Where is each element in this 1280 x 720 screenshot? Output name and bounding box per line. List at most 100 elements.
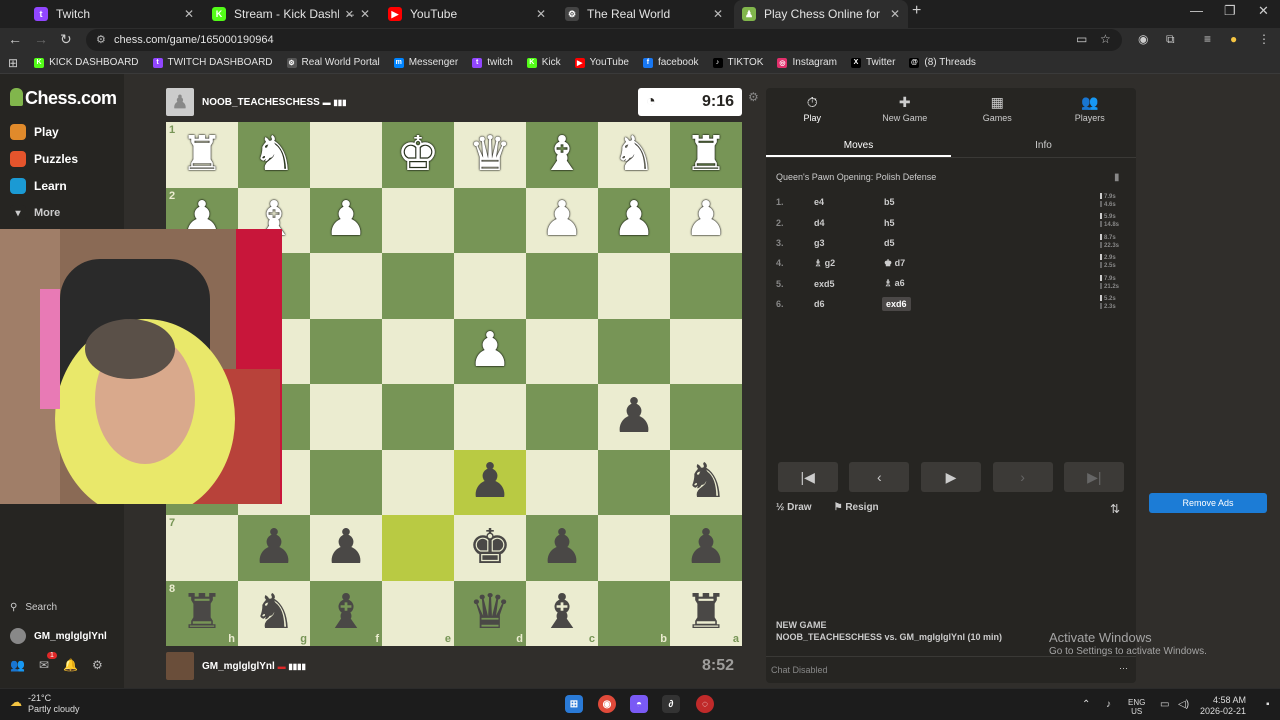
reload-icon[interactable]: ↻ xyxy=(60,31,72,48)
black-king-icon[interactable]: ♚ xyxy=(468,523,511,572)
board-square[interactable] xyxy=(598,253,670,319)
white-move[interactable]: e4 xyxy=(814,197,824,207)
black-pawn-icon[interactable]: ♟ xyxy=(684,523,727,572)
board-square[interactable]: ♛ xyxy=(454,122,526,188)
bottom-player[interactable]: GM_mglglglYnl ▬ ▮▮▮▮ xyxy=(166,652,306,680)
black-pawn-icon[interactable]: ♟ xyxy=(540,523,583,572)
board-square[interactable]: ♟ xyxy=(454,449,526,515)
close-tab-icon[interactable]: ✕ xyxy=(713,7,723,21)
notification-center-icon[interactable]: ▪ xyxy=(1266,699,1270,710)
white-knight-icon[interactable]: ♞ xyxy=(612,130,655,179)
minimize-icon[interactable]: — xyxy=(1190,3,1203,18)
board-square[interactable]: g ♞ xyxy=(238,580,310,646)
board-square[interactable]: ♟ xyxy=(526,515,598,581)
board-square[interactable]: ♟ xyxy=(310,515,382,581)
browser-tab[interactable]: t Twitch ✕ xyxy=(26,0,202,28)
board-square[interactable]: a ♜ xyxy=(670,580,742,646)
board-square[interactable]: ♟ xyxy=(526,187,598,253)
cast-icon[interactable]: ▭ xyxy=(1076,32,1087,46)
black-pawn-icon[interactable]: ♟ xyxy=(468,458,511,506)
sidebar-user[interactable]: GM_mglglglYnl xyxy=(10,628,107,644)
chess-logo[interactable]: Chess.com xyxy=(10,88,117,109)
black-queen-icon[interactable]: ♛ xyxy=(468,589,511,637)
messages-icon[interactable]: ✉ 1 xyxy=(39,652,57,672)
bookmark-item[interactable]: K Kick xyxy=(526,57,561,68)
board-square[interactable] xyxy=(598,318,670,384)
sidebar-item-learn[interactable]: Learn xyxy=(10,178,67,194)
white-pawn-icon[interactable]: ♟ xyxy=(324,196,367,244)
panel-tab-play[interactable]: ⏱ Play xyxy=(766,88,859,128)
white-move[interactable]: d6 xyxy=(814,299,825,309)
black-move[interactable]: h5 xyxy=(884,218,895,228)
subtab-info[interactable]: Info xyxy=(951,132,1136,157)
resign-button[interactable]: ⚑ Resign xyxy=(834,502,879,513)
board-square[interactable] xyxy=(382,318,454,384)
bookmark-item[interactable]: t TWITCH DASHBOARD xyxy=(152,57,273,68)
board-square[interactable]: 7 xyxy=(166,515,238,581)
board-square[interactable]: ♟ xyxy=(598,187,670,253)
white-pawn-icon[interactable]: ♟ xyxy=(468,327,511,375)
board-square[interactable]: ♟ xyxy=(670,187,742,253)
board-square[interactable]: ♞ xyxy=(670,449,742,515)
start-icon[interactable]: ⊞ xyxy=(565,695,583,713)
book-icon[interactable]: ▮ xyxy=(1114,172,1120,183)
black-move[interactable]: d5 xyxy=(884,238,895,248)
top-player[interactable]: ♟ NOOB_TEACHESCHESS ▬ ▮▮▮ xyxy=(166,88,347,116)
bookmark-item[interactable]: ♪ TIKTOK xyxy=(712,57,763,68)
network-icon[interactable]: ▭ xyxy=(1160,699,1169,710)
browser-tab[interactable]: K Stream - Kick Dashboard ✕̶ ✕ xyxy=(204,0,378,28)
sidebar-item-play[interactable]: Play xyxy=(10,124,59,140)
black-bishop-icon[interactable]: ♝ xyxy=(324,589,367,637)
new-tab-button[interactable]: + xyxy=(912,2,921,20)
board-square[interactable]: ♜ xyxy=(670,122,742,188)
white-pawn-icon[interactable]: ♟ xyxy=(684,196,727,244)
remove-ads-button[interactable]: Remove Ads xyxy=(1149,493,1267,513)
draw-button[interactable]: ½ Draw xyxy=(776,502,812,513)
board-square[interactable]: ♞ xyxy=(598,122,670,188)
white-move[interactable]: exd5 xyxy=(814,279,835,289)
app-icon[interactable]: ◌ xyxy=(696,695,714,713)
board-square[interactable] xyxy=(526,384,598,450)
close-tab-icon[interactable]: ✕ xyxy=(890,7,900,21)
board-square[interactable]: ♝ xyxy=(526,122,598,188)
chat-options-icon[interactable]: ⋯ xyxy=(1119,663,1128,674)
bookmark-item[interactable]: f facebook xyxy=(642,57,699,68)
black-move[interactable]: ♚ d7 xyxy=(884,258,905,269)
discord-icon[interactable]: ◓ xyxy=(630,695,648,713)
board-square[interactable]: ♟ xyxy=(598,384,670,450)
white-move[interactable]: ♗ g2 xyxy=(814,258,835,269)
black-pawn-icon[interactable]: ♟ xyxy=(252,523,295,572)
browser-tab[interactable]: ♟ Play Chess Online for FREE - 2 ✕ xyxy=(734,0,908,28)
board-square[interactable] xyxy=(526,318,598,384)
board-square[interactable]: ♟ xyxy=(670,515,742,581)
browser-tab[interactable]: ⚙ The Real World ✕ xyxy=(557,0,731,28)
board-square[interactable]: ♚ xyxy=(454,515,526,581)
board-square[interactable] xyxy=(310,449,382,515)
back-icon[interactable]: ← xyxy=(8,31,22,47)
board-square[interactable]: ♞ xyxy=(238,122,310,188)
settings-gear-icon[interactable]: ⚙ xyxy=(92,658,103,672)
black-rook-icon[interactable]: ♜ xyxy=(180,589,223,637)
sidebar-item-more[interactable]: ▾ More xyxy=(10,205,60,221)
white-king-icon[interactable]: ♚ xyxy=(396,130,439,179)
forward-icon[interactable]: → xyxy=(34,31,48,47)
white-knight-icon[interactable]: ♞ xyxy=(252,130,295,179)
white-queen-icon[interactable]: ♛ xyxy=(468,130,511,179)
bookmark-item[interactable]: K KICK DASHBOARD xyxy=(34,57,139,68)
weather-widget[interactable]: ☁ -21°C Partly cloudy xyxy=(10,693,80,715)
browser-tab[interactable]: ▶ YouTube ✕ xyxy=(380,0,554,28)
bookmark-item[interactable]: t twitch xyxy=(472,57,513,68)
black-knight-icon[interactable]: ♞ xyxy=(684,458,727,506)
next-move-button[interactable]: › xyxy=(992,462,1053,492)
black-knight-icon[interactable]: ♞ xyxy=(252,589,295,637)
board-square[interactable]: 1 ♜ xyxy=(166,122,238,188)
panel-tab-players[interactable]: 👥 Players xyxy=(1044,88,1137,128)
apps-grid-icon[interactable]: ⊞ xyxy=(8,56,18,70)
volume-icon[interactable]: ◁) xyxy=(1178,699,1189,710)
extension-icon[interactable]: ◉ xyxy=(1138,32,1148,46)
board-square[interactable] xyxy=(526,253,598,319)
board-square[interactable] xyxy=(382,384,454,450)
close-tab-icon[interactable]: ✕ xyxy=(184,7,194,21)
board-square[interactable]: f ♝ xyxy=(310,580,382,646)
black-rook-icon[interactable]: ♜ xyxy=(684,589,727,637)
